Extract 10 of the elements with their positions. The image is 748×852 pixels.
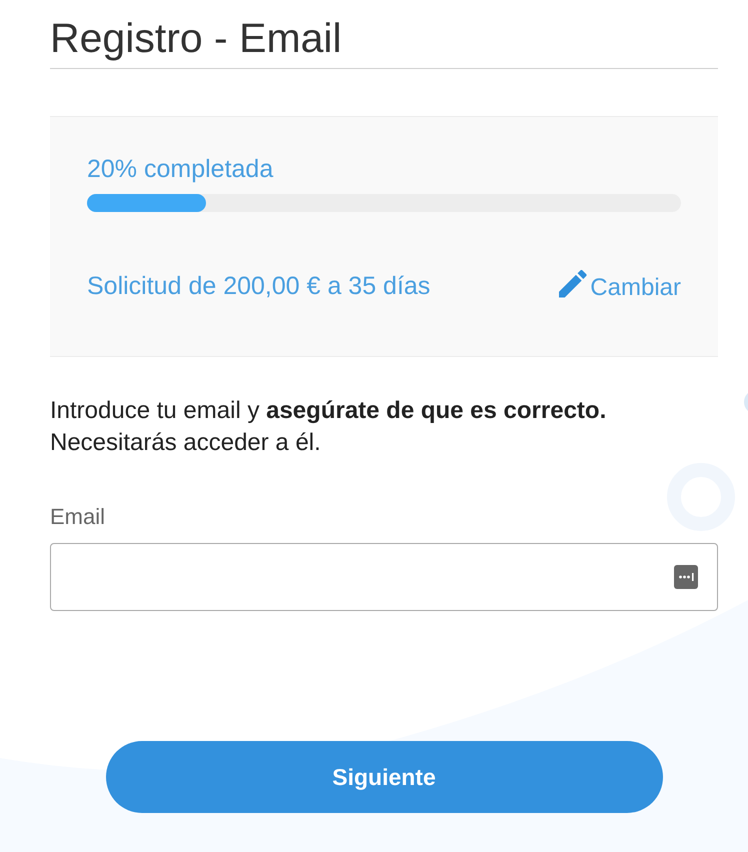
- dots-icon[interactable]: [674, 565, 698, 589]
- intro-text: Introduce tu email y asegúrate de que es correcto. Necesitarás acceder a él.: [50, 396, 608, 458]
- email-input-field[interactable]: [50, 543, 718, 611]
- next-button[interactable]: Siguiente: [106, 741, 662, 813]
- request-summary: Solicitud de 200,00 € a 35 días: [87, 272, 430, 300]
- change-link[interactable]: Cambiar: [559, 270, 681, 302]
- email-label: Email: [50, 505, 106, 529]
- progress-label: 20% completada: [87, 155, 274, 184]
- page-title: Registro - Email: [50, 16, 342, 60]
- pencil-icon: [559, 270, 588, 298]
